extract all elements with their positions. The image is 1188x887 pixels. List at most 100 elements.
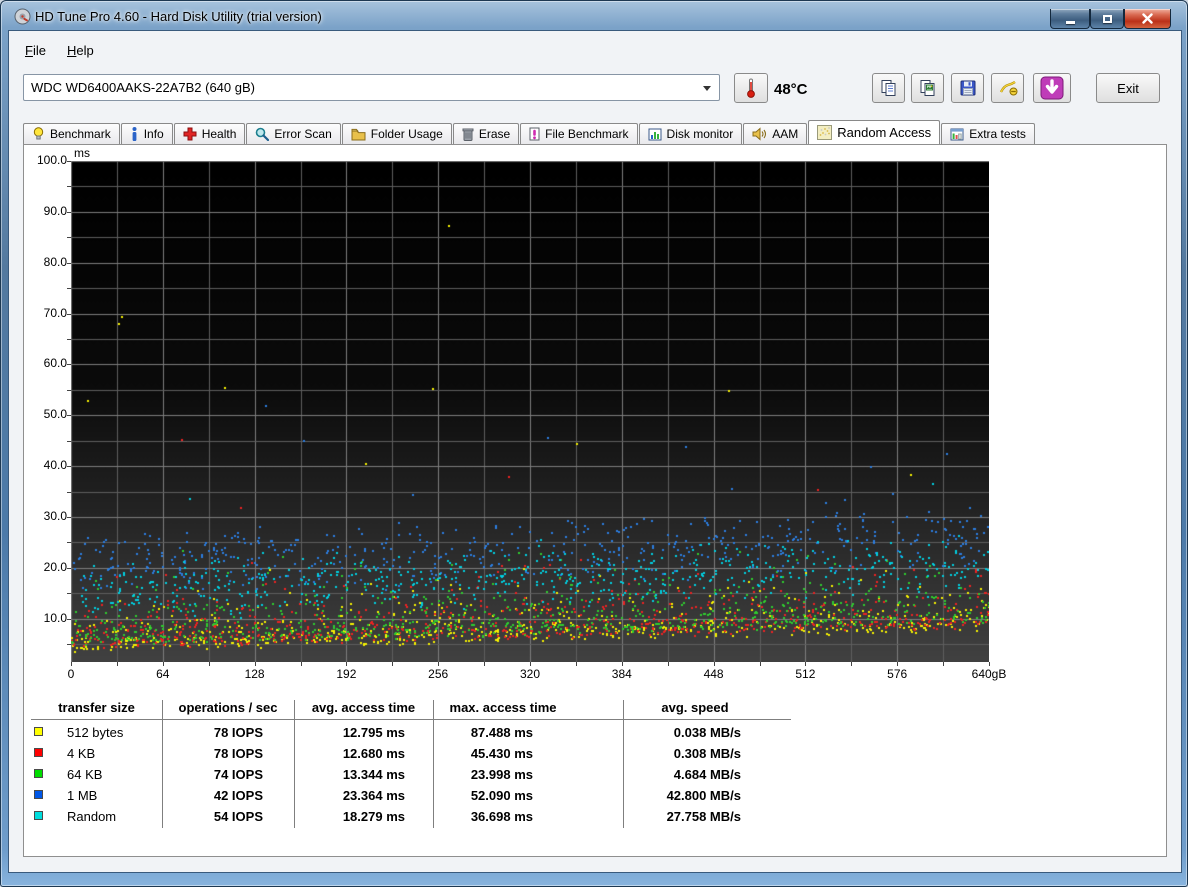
magnifier-icon [255, 127, 269, 141]
y-tick-label: 50.0 [29, 407, 67, 421]
y-tick-mark [67, 517, 71, 518]
tab-random-access[interactable]: Random Access [808, 120, 940, 144]
drive-selector-value: WDC WD6400AAKS-22A7B2 (640 gB) [31, 80, 255, 95]
y-axis-unit-label: ms [74, 146, 90, 160]
window-title: HD Tune Pro 4.60 - Hard Disk Utility (tr… [35, 9, 322, 24]
y-tick-mark [67, 314, 71, 315]
series-label: 512 bytes [67, 725, 123, 740]
y-tick-mark [67, 390, 71, 391]
menu-help[interactable]: Help [60, 41, 101, 60]
y-tick-mark [67, 568, 71, 569]
x-tick-mark [530, 662, 531, 666]
y-tick-label: 10.0 [29, 611, 67, 625]
info-icon [130, 127, 139, 141]
column-header-max-access: max. access time [433, 700, 573, 715]
drive-selector[interactable]: WDC WD6400AAKS-22A7B2 (640 gB) [23, 74, 720, 101]
app-icon [14, 8, 31, 25]
tab-health[interactable]: Health [174, 123, 246, 144]
minimize-icon [1066, 21, 1075, 24]
max-access-value: 23.998 ms [431, 767, 533, 782]
x-tick-mark [163, 662, 164, 666]
y-tick-mark [67, 263, 71, 264]
random-access-icon [817, 125, 832, 140]
x-tick-mark [71, 662, 72, 666]
tab-erase[interactable]: Erase [453, 123, 519, 144]
y-tick-mark [67, 288, 71, 289]
copy-image-button[interactable] [911, 73, 944, 103]
x-tick-label: 320 [498, 667, 562, 681]
x-tick-label: 640gB [957, 667, 1021, 681]
max-access-value: 87.488 ms [431, 725, 533, 740]
extra-tests-icon [950, 128, 964, 141]
x-tick-label: 512 [773, 667, 837, 681]
avg-access-value: 12.680 ms [301, 746, 405, 761]
x-tick-mark [484, 662, 485, 666]
x-tick-mark [576, 662, 577, 666]
y-tick-mark [67, 339, 71, 340]
temperature-button[interactable] [734, 73, 768, 103]
series-swatch-random [34, 811, 43, 820]
options-button[interactable] [991, 73, 1024, 103]
save-button[interactable] [951, 73, 984, 103]
save-icon [959, 79, 977, 97]
tab-error-scan[interactable]: Error Scan [246, 123, 340, 144]
max-access-value: 52.090 ms [431, 788, 533, 803]
avg-speed-value: 27.758 MB/s [621, 809, 741, 824]
file-benchmark-icon [529, 127, 540, 141]
series-swatch-1mb [34, 790, 43, 799]
chevron-down-icon [703, 86, 711, 91]
tab-extra-tests[interactable]: Extra tests [941, 123, 1035, 144]
tab-folder-usage[interactable]: Folder Usage [342, 123, 452, 144]
x-tick-mark [255, 662, 256, 666]
avg-access-value: 12.795 ms [301, 725, 405, 740]
x-tick-mark [805, 662, 806, 666]
avg-access-value: 13.344 ms [301, 767, 405, 782]
avg-speed-value: 0.308 MB/s [621, 746, 741, 761]
x-tick-label: 192 [314, 667, 378, 681]
tab-aam[interactable]: AAM [743, 123, 807, 144]
minimize-button[interactable] [1050, 9, 1090, 29]
x-tick-mark [117, 662, 118, 666]
x-tick-mark [622, 662, 623, 666]
tab-folder-usage-label: Folder Usage [371, 127, 443, 141]
ops-value: 78 IOPS [171, 746, 263, 761]
x-tick-mark [346, 662, 347, 666]
folder-icon [351, 128, 366, 141]
tab-disk-monitor[interactable]: Disk monitor [639, 123, 743, 144]
y-tick-mark [67, 364, 71, 365]
y-tick-label: 80.0 [29, 255, 67, 269]
close-button[interactable] [1124, 9, 1171, 29]
series-swatch-512-bytes [34, 727, 43, 736]
copy-text-button[interactable] [872, 73, 905, 103]
tab-info[interactable]: Info [121, 123, 173, 144]
y-tick-mark [67, 492, 71, 493]
copy-icon [880, 79, 898, 97]
health-icon [183, 127, 197, 141]
tab-benchmark[interactable]: Benchmark [23, 123, 120, 144]
column-header-avg-access: avg. access time [294, 700, 433, 715]
temperature-value: 48°C [774, 81, 808, 98]
download-button[interactable] [1033, 73, 1071, 103]
app-window: HD Tune Pro 4.60 - Hard Disk Utility (tr… [0, 0, 1188, 887]
x-tick-mark [301, 662, 302, 666]
menu-file[interactable]: File [18, 41, 53, 60]
avg-access-value: 23.364 ms [301, 788, 405, 803]
disk-monitor-icon [648, 128, 662, 141]
y-tick-label: 40.0 [29, 458, 67, 472]
x-tick-label: 256 [406, 667, 470, 681]
column-header-operations: operations / sec [162, 700, 294, 715]
ops-value: 74 IOPS [171, 767, 263, 782]
x-tick-mark [392, 662, 393, 666]
download-arrow-icon [1040, 76, 1064, 100]
x-tick-mark [989, 662, 990, 666]
benchmark-icon [32, 127, 45, 141]
maximize-button[interactable] [1090, 9, 1124, 29]
x-tick-label: 384 [590, 667, 654, 681]
x-tick-mark [668, 662, 669, 666]
x-tick-mark [714, 662, 715, 666]
tab-benchmark-label: Benchmark [50, 127, 111, 141]
exit-button[interactable]: Exit [1096, 73, 1160, 103]
tab-file-benchmark[interactable]: File Benchmark [520, 123, 637, 144]
tab-extra-tests-label: Extra tests [969, 127, 1026, 141]
tab-health-label: Health [202, 127, 237, 141]
